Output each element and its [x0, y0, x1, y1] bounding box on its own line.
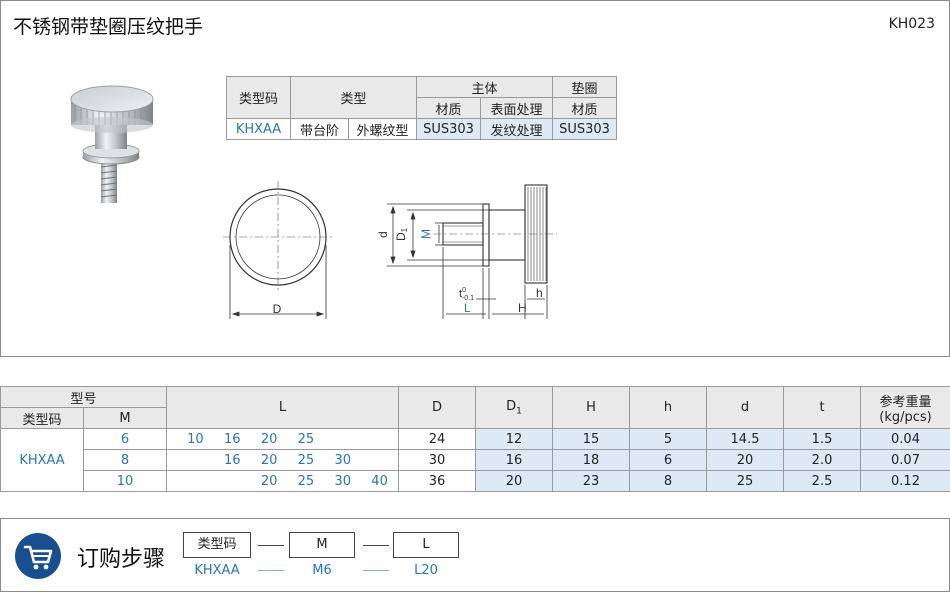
- h-cell: 6: [629, 449, 708, 471]
- D1-cell: 12: [475, 428, 554, 450]
- type-code-cell: KHXAA: [226, 118, 291, 140]
- order-box-M: M: [289, 532, 355, 558]
- weight-header: 参考重量 (kg/pcs): [860, 386, 950, 429]
- H-cell: 23: [552, 470, 631, 492]
- d-cell: 14.5: [706, 428, 785, 450]
- order-value-L: L20: [414, 563, 438, 578]
- type-table: 类型码 类型 主体 垫圈 材质 表面处理 材质 KHXAA 带台阶 外螺纹型 S…: [226, 76, 617, 140]
- d-cell: 20: [706, 449, 785, 471]
- dim-d-label: d: [376, 231, 390, 238]
- order-steps-panel: 订购步骤 类型码 M L KHXAA M6 L20: [0, 518, 950, 592]
- type-b-cell: 外螺纹型: [348, 118, 417, 140]
- h-cell: 5: [629, 428, 708, 450]
- cart-icon: [15, 533, 61, 579]
- product-panel: 不锈钢带垫圈压纹把手 KH023 D d D1 M t0 -0.1 L H h …: [0, 0, 950, 357]
- dim-t-label: t0 -0.1: [459, 287, 474, 302]
- type-a-cell: 带台阶: [290, 118, 349, 140]
- t-cell: 1.5: [783, 428, 862, 450]
- spec-table: 型号 L D D1 H h d t 参考重量 (kg/pcs) 类型码 M KHX…: [0, 386, 950, 492]
- t-header: t: [783, 386, 862, 429]
- order-box-type-code: 类型码: [183, 532, 251, 558]
- h-cell: 8: [629, 470, 708, 492]
- order-dash: [363, 545, 389, 546]
- H-cell: 18: [552, 449, 631, 471]
- L-cell: 20 25 30 40: [166, 470, 400, 492]
- M-cell: 10: [82, 470, 168, 492]
- D-header: D: [398, 386, 477, 429]
- order-value-type-code: KHXAA: [194, 563, 240, 578]
- washer-material-cell: SUS303: [552, 118, 617, 140]
- D-cell: 30: [398, 449, 477, 471]
- d-header: d: [706, 386, 785, 429]
- type-code-header: 类型码: [0, 407, 84, 429]
- dim-D1-label: D1: [394, 227, 409, 241]
- d-cell: 25: [706, 470, 785, 492]
- technical-drawing: D d D1 M t0 -0.1 L H h: [223, 181, 557, 319]
- order-value-M: M6: [312, 563, 332, 578]
- D-cell: 36: [398, 470, 477, 492]
- order-dash: [363, 570, 389, 571]
- weight-cell: 0.12: [860, 470, 950, 492]
- t-cell: 2.5: [783, 470, 862, 492]
- dim-L-label: L: [464, 301, 471, 315]
- table-row: 10 20 25 30 40 36 20 23 8 25 2.5 0.12: [1, 470, 950, 492]
- order-dash: [258, 570, 284, 571]
- L-cell: 10 16 20 25: [166, 428, 400, 450]
- dim-M-label: M: [419, 229, 433, 239]
- t-cell: 2.0: [783, 449, 862, 471]
- surface-header: 表面处理: [480, 97, 553, 119]
- D1-header: D1: [475, 386, 554, 429]
- product-code: KH023: [888, 16, 935, 32]
- order-steps-title: 订购步骤: [77, 547, 166, 572]
- washer-material-header: 材质: [552, 97, 617, 119]
- type-code-cell: KHXAA: [0, 428, 84, 492]
- dim-h-label: h: [536, 286, 543, 300]
- surface-cell: 发纹处理: [480, 118, 553, 140]
- M-cell: 8: [82, 449, 168, 471]
- type-header: 类型: [290, 76, 417, 119]
- D1-cell: 20: [475, 470, 554, 492]
- dim-D-label: D: [273, 302, 282, 316]
- order-box-L: L: [393, 532, 459, 558]
- weight-cell: 0.07: [860, 449, 950, 471]
- M-header: M: [82, 407, 168, 429]
- type-code-header: 类型码: [226, 76, 291, 119]
- dim-H-label: H: [518, 301, 527, 315]
- model-header: 型号: [0, 386, 168, 408]
- M-cell: 6: [82, 428, 168, 450]
- L-header: L: [166, 386, 400, 429]
- D1-cell: 16: [475, 449, 554, 471]
- L-cell: 16 20 25 30: [166, 449, 400, 471]
- table-row: KHXAA 6 10 16 20 25 24 12 15 5 14.5 1.5 0.0…: [0, 428, 950, 492]
- main-body-header: 主体: [416, 76, 553, 98]
- material-cell: SUS303: [416, 118, 481, 140]
- H-cell: 15: [552, 428, 631, 450]
- material-header: 材质: [416, 97, 481, 119]
- table-row: 8 16 20 25 30 30 16 18 6 20 2.0 0.07: [1, 449, 950, 471]
- order-dash: [258, 545, 284, 546]
- h-header: h: [629, 386, 708, 429]
- H-header: H: [552, 386, 631, 429]
- washer-header: 垫圈: [552, 76, 617, 98]
- D-cell: 24: [398, 428, 477, 450]
- weight-cell: 0.04: [860, 428, 950, 450]
